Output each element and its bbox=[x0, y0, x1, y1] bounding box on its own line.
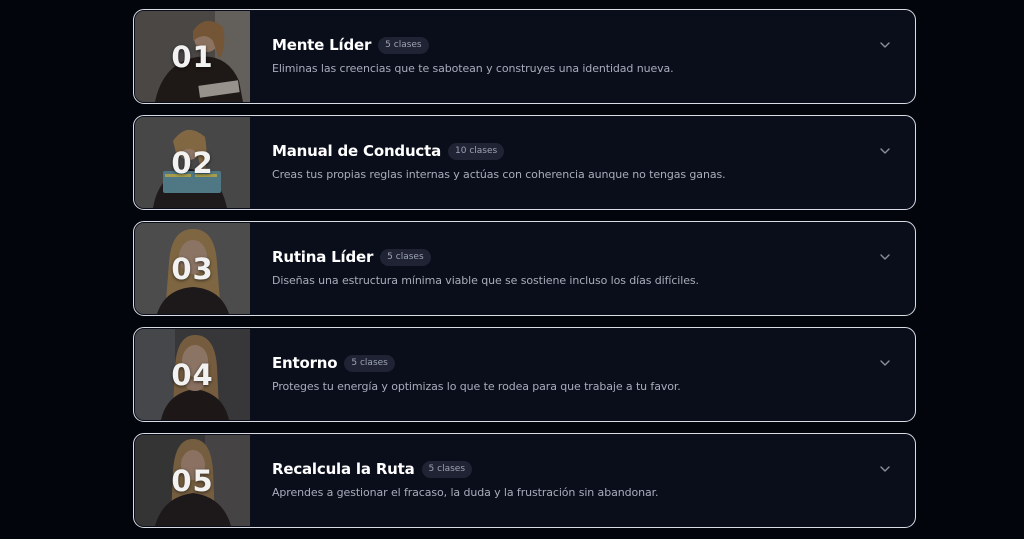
module-thumbnail-1: 01 bbox=[135, 11, 250, 102]
chevron-down-icon[interactable] bbox=[877, 249, 893, 265]
module-title: Recalcula la Ruta bbox=[272, 460, 415, 478]
lesson-count-badge: 5 clases bbox=[378, 36, 429, 54]
module-card-1[interactable]: 01 Mente Líder 5 clases Eliminas las cre… bbox=[133, 9, 916, 104]
module-number: 04 bbox=[171, 357, 214, 392]
module-description: Aprendes a gestionar el fracaso, la duda… bbox=[272, 486, 659, 499]
module-description: Proteges tu energía y optimizas lo que t… bbox=[272, 380, 681, 393]
chevron-down-icon[interactable] bbox=[877, 143, 893, 159]
module-card-4[interactable]: 04 Entorno 5 clases Proteges tu energía … bbox=[133, 327, 916, 422]
chevron-down-icon[interactable] bbox=[877, 37, 893, 53]
chevron-down-icon[interactable] bbox=[877, 461, 893, 477]
module-number: 01 bbox=[171, 39, 214, 74]
module-thumbnail-5: 05 bbox=[135, 435, 250, 526]
module-number: 02 bbox=[171, 145, 214, 180]
module-description: Diseñas una estructura mínima viable que… bbox=[272, 274, 699, 287]
lesson-count-badge: 5 clases bbox=[421, 460, 473, 478]
lesson-count-badge: 5 clases bbox=[380, 248, 431, 266]
module-title: Rutina Líder bbox=[272, 248, 374, 266]
lesson-count-badge: 10 clases bbox=[448, 142, 505, 160]
module-card-3[interactable]: 03 Rutina Líder 5 clases Diseñas una est… bbox=[133, 221, 916, 316]
module-list: 01 Mente Líder 5 clases Eliminas las cre… bbox=[133, 9, 916, 539]
module-title: Entorno bbox=[272, 354, 338, 372]
module-thumbnail-4: 04 bbox=[135, 329, 250, 420]
module-thumbnail-3: 03 bbox=[135, 223, 250, 314]
module-number: 03 bbox=[171, 251, 214, 286]
chevron-down-icon[interactable] bbox=[877, 355, 893, 371]
module-description: Eliminas las creencias que te sabotean y… bbox=[272, 62, 674, 75]
module-title: Manual de Conducta bbox=[272, 142, 442, 160]
module-title: Mente Líder bbox=[272, 36, 372, 54]
module-number: 05 bbox=[171, 463, 214, 498]
module-description: Creas tus propias reglas internas y actú… bbox=[272, 168, 726, 181]
module-card-2[interactable]: 02 Manual de Conducta 10 clases Creas tu… bbox=[133, 115, 916, 210]
module-thumbnail-2: 02 bbox=[135, 117, 250, 208]
module-card-5[interactable]: 05 Recalcula la Ruta 5 clases Aprendes a… bbox=[133, 433, 916, 528]
lesson-count-badge: 5 clases bbox=[344, 354, 395, 372]
